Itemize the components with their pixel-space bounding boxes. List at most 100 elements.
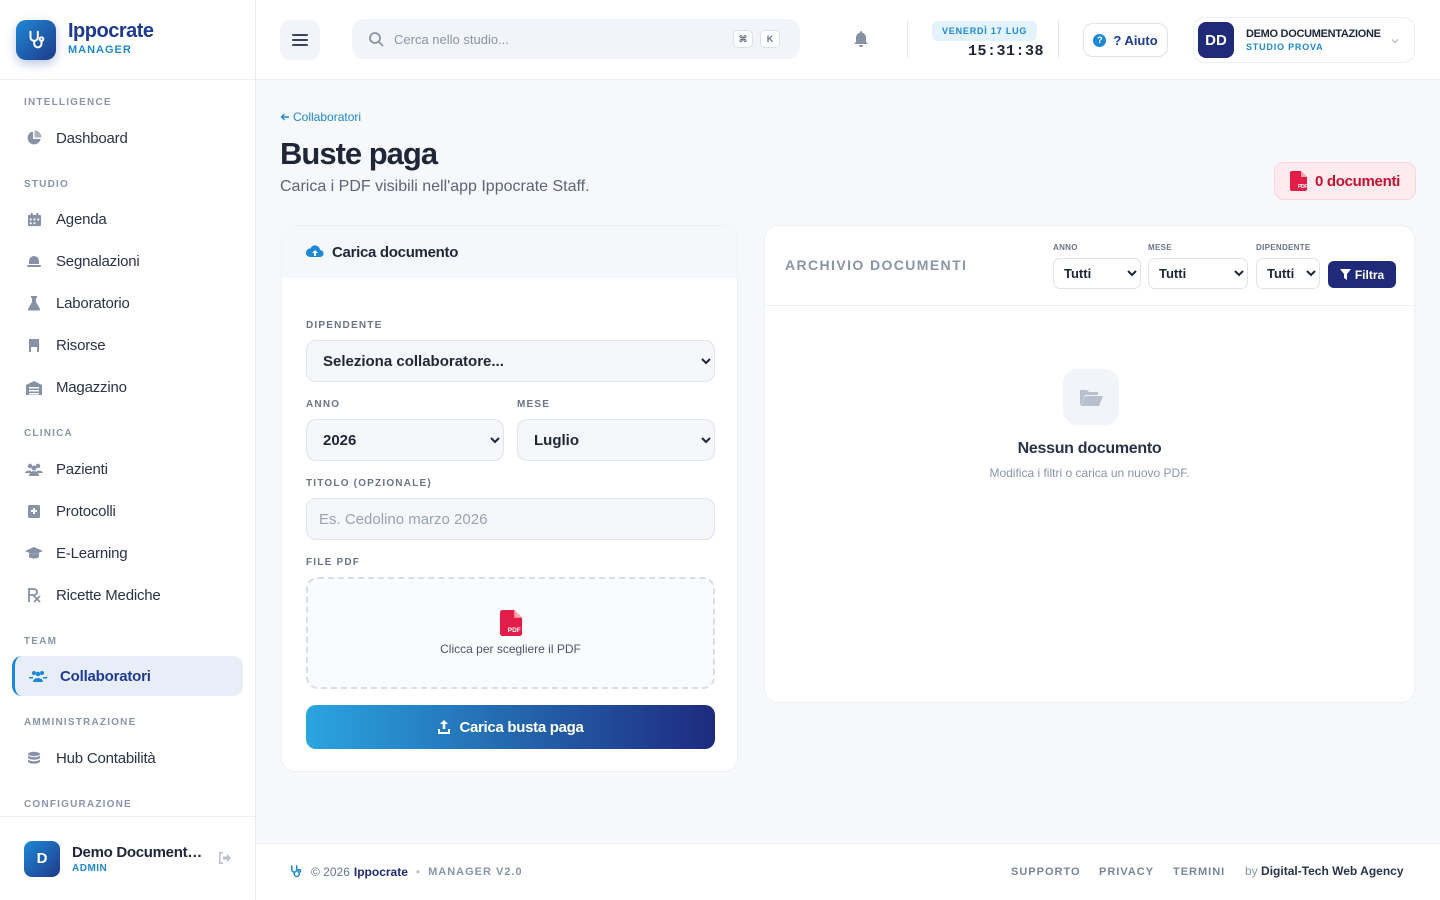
sidebar-item-label: Magazzino xyxy=(56,378,127,396)
pdf-icon: PDF xyxy=(499,610,523,636)
filter-dipendente-select[interactable]: Tutti xyxy=(1256,258,1320,289)
bell-icon[interactable] xyxy=(853,30,869,48)
section-label-team: TEAM xyxy=(24,636,58,647)
field-label-anno: ANNO xyxy=(306,399,341,410)
page-subtitle: Carica i PDF visibili nell'app Ippocrate… xyxy=(280,178,590,195)
sidebar-item-label: Risorse xyxy=(56,336,106,354)
upload-button[interactable]: Carica busta paga xyxy=(306,705,715,749)
filter-label-dipendente: DIPENDENTE xyxy=(1256,243,1311,252)
help-label: ? Aiuto xyxy=(1113,32,1158,48)
footer: © 2026 Ippocrate • MANAGER V2.0 SUPPORTO… xyxy=(256,843,1440,900)
bookmark-icon xyxy=(24,335,44,355)
sidebar-item-pazienti[interactable]: Pazienti xyxy=(12,449,243,489)
sidebar-item-collaboratori[interactable]: Collaboratori xyxy=(12,656,243,696)
filter-icon xyxy=(1339,269,1355,280)
sidebar-item-protocolli[interactable]: Protocolli xyxy=(12,491,243,531)
studio-name: STUDIO PROVA xyxy=(1246,42,1324,52)
footer-by: by xyxy=(1245,864,1258,878)
section-label-intelligence: INTELLIGENCE xyxy=(24,97,112,108)
brand[interactable]: Ippocrate MANAGER xyxy=(0,0,255,80)
pdf-dropzone[interactable]: PDF Clicca per scegliere il PDF xyxy=(306,577,715,689)
footer-agency[interactable]: Digital-Tech Web Agency xyxy=(1261,864,1403,878)
dipendente-select[interactable]: Seleziona collaboratore... xyxy=(306,340,715,382)
app-root: Ippocrate MANAGER INTELLIGENCE Dashboard… xyxy=(0,0,1440,900)
titolo-input[interactable] xyxy=(306,498,715,540)
sidebar-item-label: Segnalazioni xyxy=(56,252,140,270)
footer-credit: by Digital-Tech Web Agency xyxy=(1245,864,1404,878)
upload-button-label: Carica busta paga xyxy=(459,718,584,736)
footer-version: MANAGER V2.0 xyxy=(428,865,523,878)
sidebar: Ippocrate MANAGER INTELLIGENCE Dashboard… xyxy=(0,0,256,900)
dropzone-text: Clicca per scegliere il PDF xyxy=(440,642,581,656)
mese-select[interactable]: Luglio xyxy=(517,419,715,461)
shortcut-key-k: K xyxy=(760,30,780,48)
document-count: 0 documenti xyxy=(1314,172,1401,190)
sidebar-item-label: Collaboratori xyxy=(60,667,151,685)
section-label-clinica: CLINICA xyxy=(24,428,73,439)
sidebar-item-label: Dashboard xyxy=(56,129,128,147)
breadcrumb-back-link[interactable]: Collaboratori xyxy=(280,110,361,124)
anno-select[interactable]: 2026 xyxy=(306,419,504,461)
section-label-studio: STUDIO xyxy=(24,179,69,190)
search-bar[interactable]: ⌘ K xyxy=(352,19,800,59)
archive-title: ARCHIVIO DOCUMENTI xyxy=(785,257,968,273)
filter-mese-select[interactable]: Tutti xyxy=(1148,258,1248,289)
section-label-configurazione: CONFIGURAZIONE xyxy=(24,799,132,810)
empty-state-title: Nessun documento xyxy=(1017,440,1162,457)
document-count-badge: PDF 0 documenti xyxy=(1274,162,1416,200)
field-label-titolo: TITOLO (OPZIONALE) xyxy=(306,478,432,489)
protocol-icon xyxy=(24,501,44,521)
sidebar-item-elearning[interactable]: E-Learning xyxy=(12,533,243,573)
archive-header: ARCHIVIO DOCUMENTI ANNO Tutti MESE Tutti… xyxy=(765,226,1414,306)
brand-subtitle: MANAGER xyxy=(68,43,132,56)
arrow-left-icon xyxy=(280,112,290,122)
date-badge: VENERDÌ 17 LUG xyxy=(932,21,1038,41)
sidebar-item-magazzino[interactable]: Magazzino xyxy=(12,367,243,407)
menu-icon xyxy=(292,33,308,47)
divider xyxy=(907,20,908,58)
footer-copyright: © 2026 xyxy=(311,864,350,879)
sidebar-item-laboratorio[interactable]: Laboratorio xyxy=(12,283,243,323)
field-label-dipendente: DIPENDENTE xyxy=(306,320,383,331)
filter-label-mese: MESE xyxy=(1148,243,1172,252)
sidebar-item-hub-contabilita[interactable]: Hub Contabilità xyxy=(12,738,243,778)
menu-button[interactable] xyxy=(280,20,320,60)
chevron-down-icon xyxy=(1390,36,1400,46)
upload-card-header: Carica documento xyxy=(282,226,737,278)
footer-link-supporto[interactable]: SUPPORTO xyxy=(1011,866,1081,878)
sidebar-item-ricette[interactable]: Ricette Mediche xyxy=(12,575,243,615)
user-name: DEMO DOCUMENTAZIONE xyxy=(1246,28,1381,40)
sidebar-item-label: Ricette Mediche xyxy=(56,586,161,604)
sidebar-item-segnalazioni[interactable]: Segnalazioni xyxy=(12,241,243,281)
user-menu[interactable]: DD DEMO DOCUMENTAZIONE STUDIO PROVA xyxy=(1193,17,1415,63)
filter-anno-select[interactable]: Tutti xyxy=(1053,258,1141,289)
page-title: Buste paga xyxy=(280,136,438,171)
sidebar-item-risorse[interactable]: Risorse xyxy=(12,325,243,365)
sidebar-item-dashboard[interactable]: Dashboard xyxy=(12,118,243,158)
flask-icon xyxy=(24,293,44,313)
topbar: ⌘ K VENERDÌ 17 LUG 15:31:38 ? ? Aiuto DD… xyxy=(256,0,1440,80)
sidebar-user[interactable]: D Demo Documentazione ADMIN xyxy=(0,816,255,900)
alert-icon xyxy=(24,251,44,271)
search-input[interactable] xyxy=(394,31,714,47)
help-button[interactable]: ? ? Aiuto xyxy=(1083,23,1168,57)
field-label-mese: MESE xyxy=(517,399,551,410)
section-label-amministrazione: AMMINISTRAZIONE xyxy=(24,717,137,728)
sidebar-user-name: Demo Documentazione xyxy=(72,843,204,861)
filter-label-anno: ANNO xyxy=(1053,243,1078,252)
sidebar-item-agenda[interactable]: Agenda xyxy=(12,199,243,239)
footer-link-termini[interactable]: TERMINI xyxy=(1173,866,1225,878)
brand-name: Ippocrate xyxy=(68,19,154,42)
clock: 15:31:38 xyxy=(968,43,1045,60)
cloud-upload-icon xyxy=(306,245,332,259)
sidebar-item-label: Hub Contabilità xyxy=(56,749,156,767)
sidebar-user-role: ADMIN xyxy=(72,862,108,874)
filter-button[interactable]: Filtra xyxy=(1328,261,1396,288)
sidebar-item-label: Pazienti xyxy=(56,460,108,478)
graduation-cap-icon xyxy=(24,543,44,563)
pie-chart-icon xyxy=(24,128,44,148)
footer-separator: • xyxy=(415,864,421,879)
stethoscope-icon xyxy=(16,19,56,60)
footer-link-privacy[interactable]: PRIVACY xyxy=(1099,866,1154,878)
logout-icon[interactable] xyxy=(217,851,233,865)
